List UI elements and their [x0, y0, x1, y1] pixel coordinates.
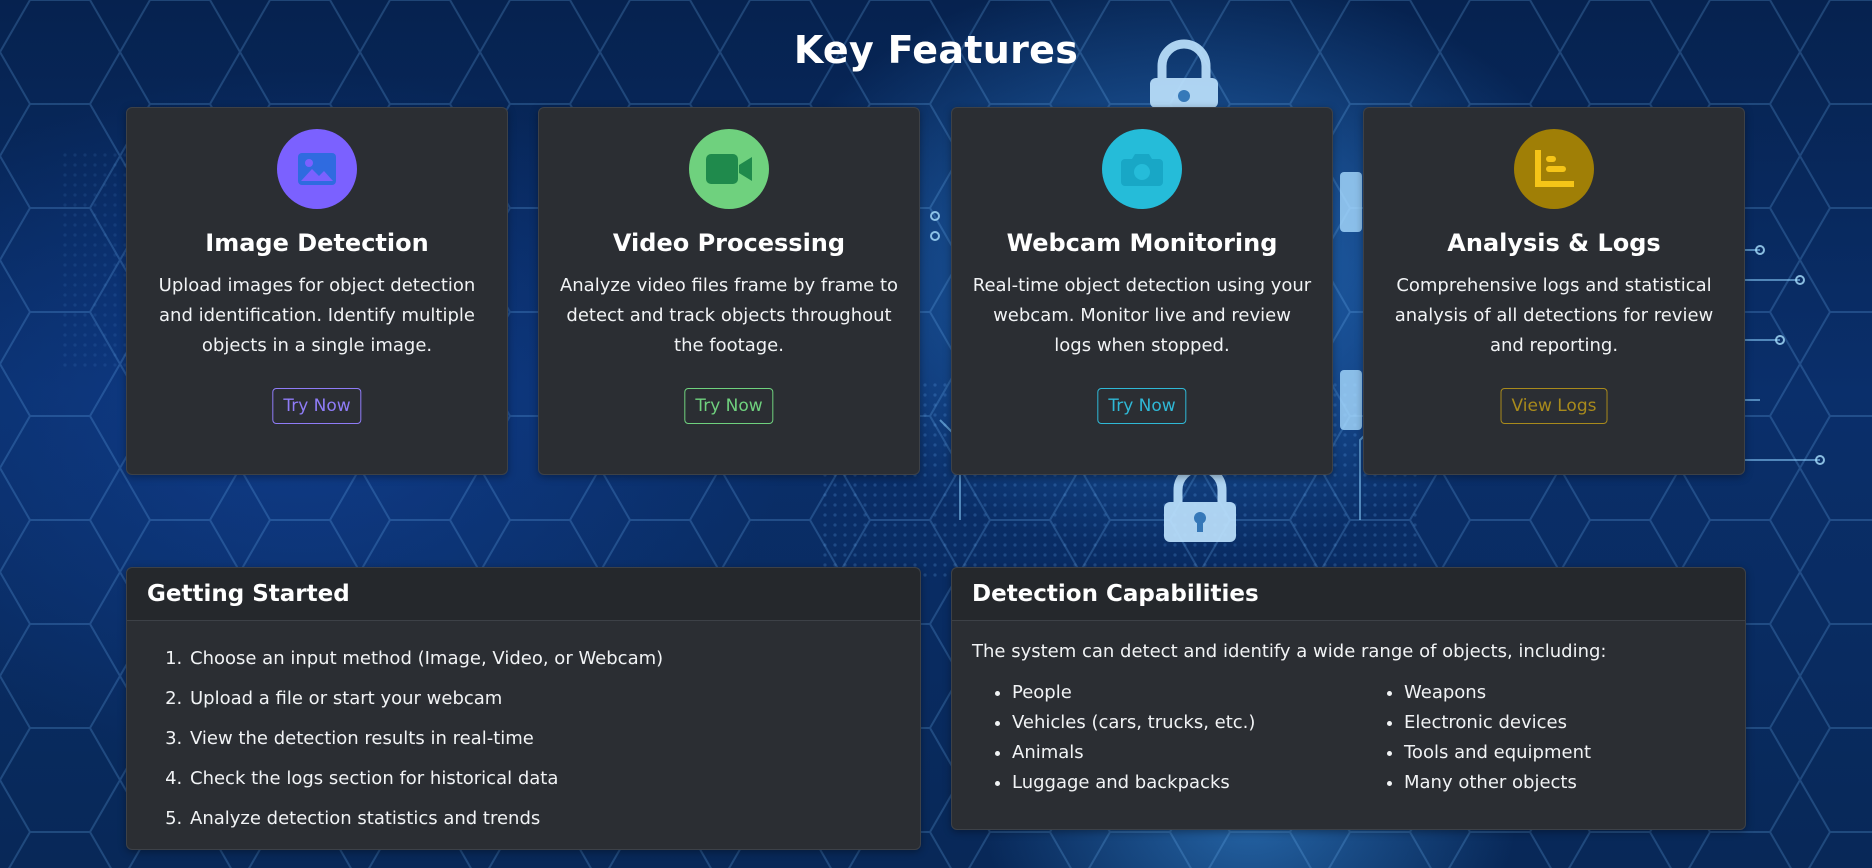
view-logs-button[interactable]: View Logs — [1500, 388, 1608, 424]
video-camera-icon — [706, 154, 752, 184]
panel-title: Detection Capabilities — [952, 568, 1745, 621]
try-now-image-button[interactable]: Try Now — [272, 388, 362, 424]
capabilities-intro: The system can detect and identify a wid… — [972, 641, 1607, 662]
list-item: Check the logs section for historical da… — [188, 759, 920, 799]
feature-card-image-detection: Image Detection Upload images for object… — [126, 107, 508, 475]
feature-title: Webcam Monitoring — [1006, 229, 1278, 257]
list-item: Choose an input method (Image, Video, or… — [188, 639, 920, 679]
panel-title: Getting Started — [127, 568, 920, 621]
chart-icon — [1535, 150, 1574, 187]
list-item: Tools and equipment — [1404, 738, 1736, 768]
feature-title: Video Processing — [612, 229, 846, 257]
steps-list: Choose an input method (Image, Video, or… — [127, 639, 920, 839]
list-item: Luggage and backpacks — [1012, 768, 1344, 798]
feature-description: Analyze video files frame by frame to de… — [559, 275, 899, 356]
page-title: Key Features — [793, 28, 1079, 72]
feature-icon-circle — [1514, 129, 1594, 209]
list-item: Vehicles (cars, trucks, etc.) — [1012, 708, 1344, 738]
list-item: People — [1012, 678, 1344, 708]
list-item: Electronic devices — [1404, 708, 1736, 738]
feature-icon-circle — [277, 129, 357, 209]
feature-description: Comprehensive logs and statistical analy… — [1394, 275, 1714, 356]
list-item: Upload a file or start your webcam — [188, 679, 920, 719]
capabilities-list-right: Weapons Electronic devices Tools and equ… — [1344, 678, 1736, 798]
feature-title: Image Detection — [205, 229, 429, 257]
feature-description: Upload images for object detection and i… — [158, 275, 476, 356]
capabilities-list-left: People Vehicles (cars, trucks, etc.) Ani… — [952, 678, 1344, 798]
list-item: View the detection results in real-time — [188, 719, 920, 759]
try-now-video-button[interactable]: Try Now — [684, 388, 774, 424]
feature-card-analysis-logs: Analysis & Logs Comprehensive logs and s… — [1363, 107, 1745, 475]
detection-capabilities-panel: Detection Capabilities The system can de… — [951, 567, 1746, 830]
feature-description: Real-time object detection using your we… — [972, 275, 1312, 356]
list-item: Analyze detection statistics and trends — [188, 799, 920, 839]
feature-card-video-processing: Video Processing Analyze video files fra… — [538, 107, 920, 475]
list-item: Many other objects — [1404, 768, 1736, 798]
feature-card-webcam-monitoring: Webcam Monitoring Real-time object detec… — [951, 107, 1333, 475]
feature-icon-circle — [1102, 129, 1182, 209]
feature-icon-circle — [689, 129, 769, 209]
list-item: Weapons — [1404, 678, 1736, 708]
getting-started-panel: Getting Started Choose an input method (… — [126, 567, 921, 850]
camera-icon — [1121, 154, 1163, 186]
list-item: Animals — [1012, 738, 1344, 768]
image-icon — [298, 153, 336, 185]
feature-title: Analysis & Logs — [1447, 229, 1661, 257]
try-now-webcam-button[interactable]: Try Now — [1097, 388, 1187, 424]
